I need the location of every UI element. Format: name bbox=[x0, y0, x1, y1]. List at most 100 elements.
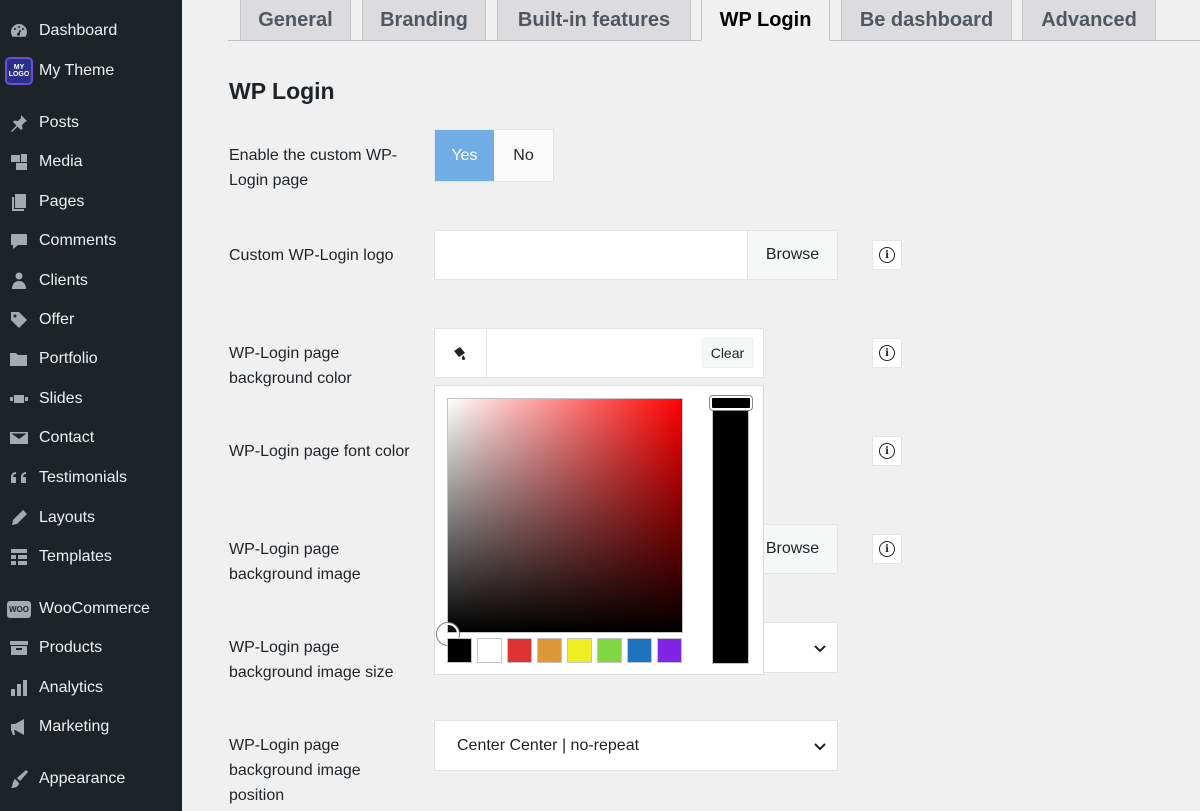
logo-info-button[interactable]: i bbox=[872, 240, 902, 270]
bg-position-select[interactable]: Center Center | no-repeat bbox=[434, 720, 838, 771]
sidebar-item-label: Clients bbox=[39, 272, 88, 289]
sidebar-item-pages[interactable]: Pages bbox=[0, 184, 182, 220]
tag-icon bbox=[8, 309, 30, 331]
sidebar-item-appearance[interactable]: Appearance bbox=[0, 761, 182, 797]
sidebar-item-label: Marketing bbox=[39, 718, 110, 735]
sidebar-item-analytics[interactable]: Analytics bbox=[0, 670, 182, 706]
tab-general[interactable]: General bbox=[240, 0, 351, 41]
bg-image-label: WP-Login page background image bbox=[229, 541, 361, 583]
sidebar-item-label: Posts bbox=[39, 114, 80, 131]
info-icon: i bbox=[879, 345, 895, 361]
sidebar-item-label: Products bbox=[39, 639, 103, 656]
sidebar-item-label: Analytics bbox=[39, 679, 104, 696]
bg-size-label: WP-Login page background image size bbox=[229, 639, 394, 681]
sidebar-item-label: Contact bbox=[39, 429, 95, 446]
sidebar-item-portfolio[interactable]: Portfolio bbox=[0, 341, 182, 377]
info-icon: i bbox=[879, 443, 895, 459]
analytics-icon bbox=[8, 677, 30, 699]
sidebar-item-comments[interactable]: Comments bbox=[0, 223, 182, 259]
sidebar-item-label: Testimonials bbox=[39, 469, 128, 486]
sidebar-item-label: Templates bbox=[39, 548, 112, 565]
clear-color-button[interactable]: Clear bbox=[701, 338, 753, 368]
sidebar-item-label: WooCommerce bbox=[39, 600, 150, 617]
palette-swatch[interactable] bbox=[447, 638, 472, 663]
sidebar-item-dashboard[interactable]: Dashboard bbox=[0, 13, 182, 49]
sidebar-item-products[interactable]: Products bbox=[0, 630, 182, 666]
bg-color-field: Clear bbox=[434, 328, 764, 378]
comments-icon bbox=[8, 230, 30, 252]
sidebar-item-media[interactable]: Media bbox=[0, 144, 182, 180]
envelope-icon bbox=[8, 427, 30, 449]
quote-icon bbox=[8, 467, 30, 489]
hue-slider[interactable] bbox=[712, 398, 749, 664]
sidebar-item-label: Dashboard bbox=[39, 22, 118, 39]
logo-label: Custom WP-Login logo bbox=[229, 247, 394, 264]
palette-swatch[interactable] bbox=[627, 638, 652, 663]
palette-swatch[interactable] bbox=[597, 638, 622, 663]
sidebar-item-label: Pages bbox=[39, 193, 85, 210]
logo-browse-button[interactable]: Browse bbox=[747, 231, 837, 279]
hue-slider-handle[interactable] bbox=[710, 396, 752, 410]
logo-input-group: Browse bbox=[434, 230, 838, 280]
sidebar-item-contact[interactable]: Contact bbox=[0, 420, 182, 456]
templates-icon bbox=[8, 546, 30, 568]
sidebar-item-label: Slides bbox=[39, 390, 83, 407]
pencil-icon bbox=[8, 507, 30, 529]
info-icon: i bbox=[879, 247, 895, 263]
sidebar-item-label: Layouts bbox=[39, 509, 96, 526]
sidebar-item-label: Media bbox=[39, 153, 83, 170]
color-palette bbox=[447, 638, 682, 663]
enable-toggle: Yes No bbox=[434, 129, 554, 182]
woo-icon: WOO bbox=[7, 598, 31, 620]
sidebar-item-layouts[interactable]: Layouts bbox=[0, 500, 182, 536]
folder-icon bbox=[8, 348, 30, 370]
no-option[interactable]: No bbox=[494, 130, 553, 181]
palette-swatch[interactable] bbox=[537, 638, 562, 663]
tab-wp-login[interactable]: WP Login bbox=[701, 0, 830, 41]
palette-swatch[interactable] bbox=[477, 638, 502, 663]
tab-be-dashboard[interactable]: Be dashboard bbox=[841, 0, 1012, 41]
sidebar-item-posts[interactable]: Posts bbox=[0, 105, 182, 141]
bg-color-label: WP-Login page background color bbox=[229, 345, 352, 387]
tab-built-in-features[interactable]: Built-in features bbox=[497, 0, 691, 41]
sidebar-item-marketing[interactable]: Marketing bbox=[0, 709, 182, 745]
sidebar-item-slides[interactable]: Slides bbox=[0, 381, 182, 417]
sidebar-item-testimonials[interactable]: Testimonials bbox=[0, 460, 182, 496]
sidebar-item-label: My Theme bbox=[39, 62, 115, 79]
chevron-down-icon bbox=[814, 644, 826, 652]
tab-advanced[interactable]: Advanced bbox=[1022, 0, 1156, 41]
sidebar-item-my-theme[interactable]: MY LOGO My Theme bbox=[0, 53, 182, 89]
bg-position-value: Center Center | no-repeat bbox=[457, 736, 640, 754]
sidebar-item-label: Portfolio bbox=[39, 350, 98, 367]
pin-icon bbox=[8, 112, 30, 134]
saturation-value-square[interactable] bbox=[447, 398, 683, 633]
bg-image-info-button[interactable]: i bbox=[872, 534, 902, 564]
sidebar-item-label: Offer bbox=[39, 311, 75, 328]
logo-url-input[interactable] bbox=[435, 231, 747, 279]
palette-swatch[interactable] bbox=[507, 638, 532, 663]
yes-option[interactable]: Yes bbox=[435, 130, 494, 181]
sidebar-item-templates[interactable]: Templates bbox=[0, 539, 182, 575]
bg-color-input[interactable] bbox=[486, 329, 702, 377]
chevron-down-icon bbox=[814, 742, 826, 750]
dashboard-icon bbox=[8, 20, 30, 42]
pages-icon bbox=[8, 191, 30, 213]
sidebar-item-label: Comments bbox=[39, 232, 117, 249]
sidebar-item-woocommerce[interactable]: WOO WooCommerce bbox=[0, 591, 182, 627]
font-color-label: WP-Login page font color bbox=[229, 443, 410, 460]
color-swatch-button[interactable] bbox=[435, 329, 487, 377]
sidebar-item-clients[interactable]: Clients bbox=[0, 263, 182, 299]
palette-swatch[interactable] bbox=[567, 638, 592, 663]
admin-sidebar: Dashboard MY LOGO My Theme Posts Media Pa… bbox=[0, 0, 182, 811]
bg-color-info-button[interactable]: i bbox=[872, 338, 902, 368]
megaphone-icon bbox=[8, 716, 30, 738]
paint-bucket-icon bbox=[454, 347, 466, 360]
palette-swatch[interactable] bbox=[657, 638, 682, 663]
color-picker-popup bbox=[434, 385, 764, 675]
font-color-info-button[interactable]: i bbox=[872, 436, 902, 466]
my-logo-icon: MY LOGO bbox=[4, 56, 34, 86]
tab-branding[interactable]: Branding bbox=[362, 0, 486, 41]
sidebar-item-offer[interactable]: Offer bbox=[0, 302, 182, 338]
info-icon: i bbox=[879, 541, 895, 557]
page-title: WP Login bbox=[229, 78, 335, 104]
